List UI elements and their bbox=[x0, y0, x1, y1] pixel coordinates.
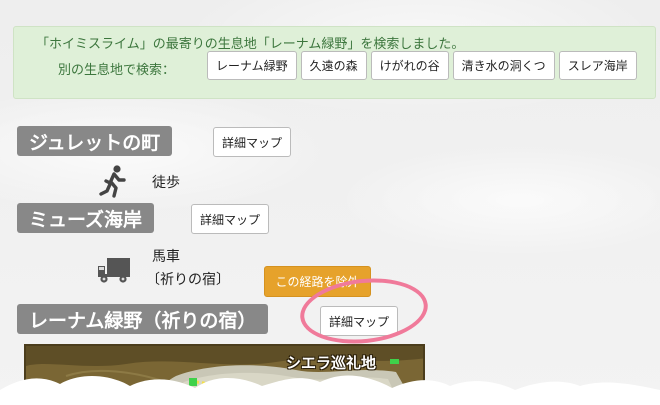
alternative-habitat-label: 別の生息地で検索： bbox=[58, 63, 176, 78]
stop-heading-muse-coast: ミューズ海岸 bbox=[17, 203, 155, 233]
snow-overlay bbox=[0, 375, 660, 405]
segment-mode-carriage: 馬車 bbox=[152, 249, 180, 265]
detail-map-button-renamu[interactable]: 詳細マップ bbox=[320, 306, 399, 336]
search-result-message: 「ホイミスライム」の最寄りの生息地「レーナム緑野」を検索しました。 bbox=[36, 37, 465, 52]
walking-person-icon bbox=[97, 164, 131, 202]
exclude-route-button[interactable]: この経路を除外 bbox=[264, 266, 371, 297]
stop-heading-jurette: ジュレットの町 bbox=[17, 126, 173, 156]
segment-mode-walk: 徒歩 bbox=[152, 175, 180, 191]
detail-map-button-muse-coast[interactable]: 詳細マップ bbox=[191, 204, 270, 234]
habitat-button-surea[interactable]: スレア海岸 bbox=[558, 51, 637, 80]
habitat-button-kuon[interactable]: 久遠の森 bbox=[300, 51, 367, 80]
habitat-button-renamu[interactable]: レーナム緑野 bbox=[207, 51, 297, 80]
habitat-button-kiyoki[interactable]: 清き水の洞くつ bbox=[452, 51, 555, 80]
truck-icon bbox=[96, 255, 132, 289]
habitat-button-kegare[interactable]: けがれの谷 bbox=[370, 51, 449, 80]
detail-map-button-jurette[interactable]: 詳細マップ bbox=[213, 127, 292, 157]
stop-heading-renamu: レーナム緑野（祈りの宿） bbox=[17, 304, 269, 334]
segment-via-inn: 〔祈りの宿〕 bbox=[146, 272, 230, 288]
search-result-notice: 「ホイミスライム」の最寄りの生息地「レーナム緑野」を検索しました。 別の生息地で… bbox=[13, 26, 656, 99]
alternative-habitat-list: レーナム緑野 久遠の森 けがれの谷 清き水の洞くつ スレア海岸 bbox=[207, 51, 637, 80]
